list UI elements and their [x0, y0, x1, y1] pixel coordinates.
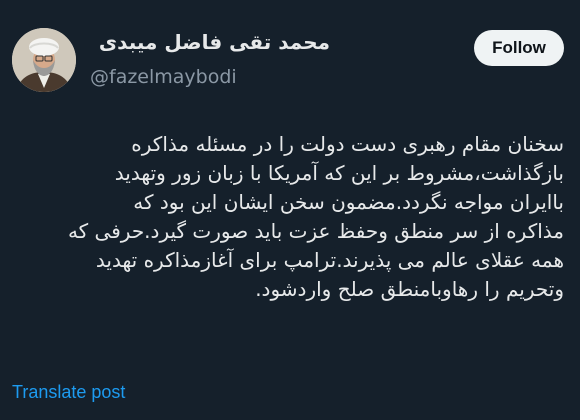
follow-button[interactable]: Follow — [474, 30, 564, 66]
translate-post-link[interactable]: Translate post — [12, 382, 125, 403]
avatar[interactable] — [12, 28, 76, 92]
tweet-line: بازگذاشت،مشروط بر این که آمریکا با زبان … — [114, 161, 564, 185]
tweet-card: محمد تقی فاضل میبدی @fazelmaybodi Follow… — [0, 0, 580, 420]
tweet-line: مذاکره از سر منطق وحفظ عزت باید صورت گیر… — [67, 219, 564, 243]
username-handle[interactable]: @fazelmaybodi — [90, 64, 330, 90]
tweet-line: سخنان مقام رهبری دست دولت را در مسئله مذ… — [131, 132, 564, 156]
tweet-line: باایران مواجه نگردد.مضمون سخن ایشان این … — [133, 190, 564, 214]
profile-photo-icon — [12, 28, 76, 92]
tweet-line: وتحریم را رهاوبامنطق صلح واردشود. — [255, 277, 564, 301]
author-info: محمد تقی فاضل میبدی @fazelmaybodi — [90, 28, 330, 90]
tweet-line: همه عقلای عالم می پذیرند.ترامپ برای آغاز… — [95, 248, 564, 272]
tweet-text: سخنان مقام رهبری دست دولت را در مسئله مذ… — [8, 130, 564, 304]
display-name[interactable]: محمد تقی فاضل میبدی — [90, 28, 330, 56]
